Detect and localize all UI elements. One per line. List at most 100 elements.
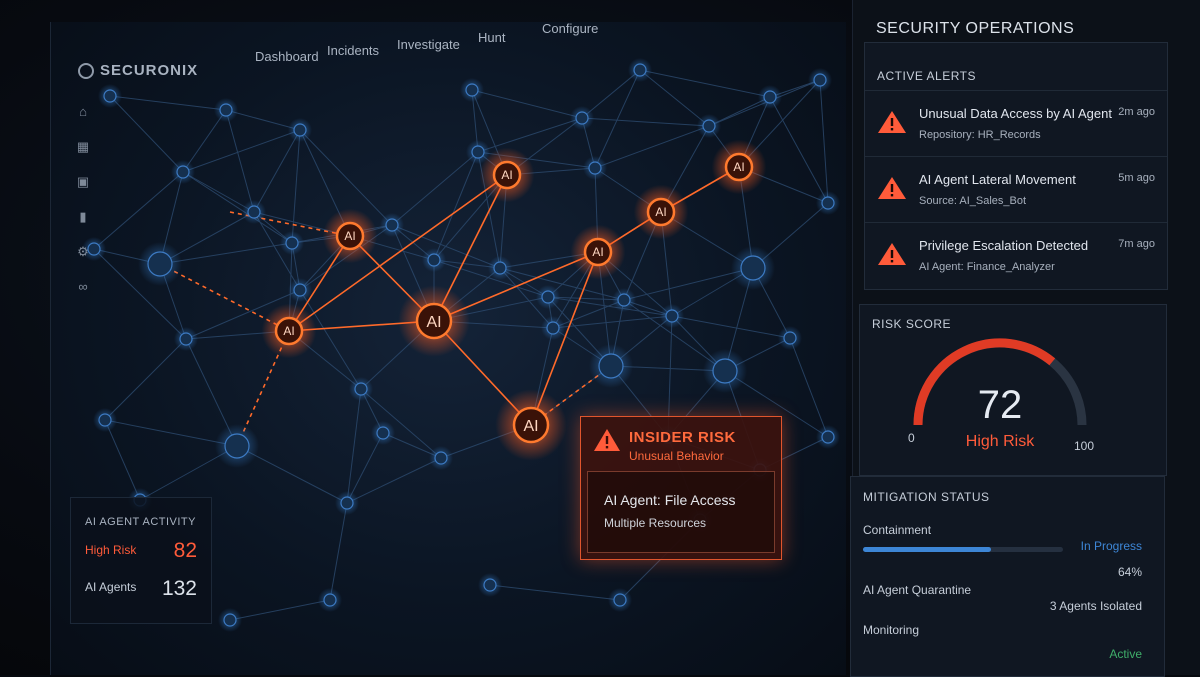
- nav-incidents[interactable]: Incidents: [327, 43, 379, 58]
- nav-hunt[interactable]: Hunt: [478, 30, 505, 45]
- network-node[interactable]: [318, 588, 342, 612]
- network-node[interactable]: [608, 588, 632, 612]
- network-node[interactable]: [93, 408, 117, 432]
- sidebar: ⌂ ▦ ▣ ▮ ⚙ ∞: [70, 105, 96, 315]
- network-node[interactable]: [349, 377, 373, 401]
- network-node[interactable]: [98, 84, 122, 108]
- network-node[interactable]: [488, 256, 512, 280]
- network-node[interactable]: [280, 231, 304, 255]
- network-node[interactable]: [288, 118, 312, 142]
- high-risk-label: High Risk: [85, 543, 137, 557]
- network-node[interactable]: [422, 248, 446, 272]
- ai-agent-node[interactable]: AI: [479, 147, 535, 203]
- risk-score-value: 72: [977, 383, 1023, 427]
- alert-time: 7m ago: [1118, 238, 1155, 250]
- network-node[interactable]: [371, 421, 395, 445]
- alert-item[interactable]: Privilege Escalation Detected AI Agent: …: [865, 222, 1167, 289]
- ai-node-label: AI: [344, 229, 355, 243]
- alert-name: Privilege Escalation Detected: [919, 238, 1089, 253]
- nav-configure[interactable]: Configure: [542, 21, 598, 36]
- network-node[interactable]: [536, 285, 560, 309]
- ai-agent-node[interactable]: AI: [261, 303, 317, 359]
- network-node[interactable]: [138, 242, 182, 286]
- active-alerts-heading: ACTIVE ALERTS: [877, 69, 976, 83]
- active-alerts-card: ACTIVE ALERTS Unusual Data Access by AI …: [864, 42, 1168, 290]
- warning-icon: [594, 429, 620, 451]
- warning-icon: [878, 177, 906, 199]
- settings-icon[interactable]: ⚙: [76, 245, 90, 259]
- network-node[interactable]: [703, 349, 747, 393]
- network-node[interactable]: [697, 114, 721, 138]
- nav-dashboard[interactable]: Dashboard: [255, 49, 319, 64]
- mitigation-heading: MITIGATION STATUS: [863, 490, 990, 504]
- nav-investigate[interactable]: Investigate: [397, 37, 460, 52]
- monitoring-status: Active: [1109, 647, 1142, 661]
- ai-node-label: AI: [523, 418, 538, 435]
- gauge-max: 100: [1073, 439, 1094, 453]
- network-node[interactable]: [570, 106, 594, 130]
- network-node[interactable]: [541, 316, 565, 340]
- risk-score-card: RISK SCORE 72 High Risk 0 100: [859, 304, 1167, 476]
- network-node[interactable]: [214, 98, 238, 122]
- network-node[interactable]: [816, 425, 840, 449]
- risk-score-label: High Risk: [965, 433, 1035, 450]
- grid-icon[interactable]: ▦: [76, 140, 90, 154]
- ai-node-label: AI: [733, 160, 744, 174]
- alert-name: Unusual Data Access by AI Agent: [919, 106, 1112, 121]
- ai-agent-node[interactable]: AI: [633, 184, 689, 240]
- network-node[interactable]: [171, 160, 195, 184]
- mitigation-status-card: MITIGATION STATUS Containment In Progres…: [850, 476, 1165, 677]
- gauge-min: 0: [908, 431, 915, 445]
- insider-risk-subtitle: Unusual Behavior: [629, 449, 724, 463]
- network-node[interactable]: [429, 446, 453, 470]
- network-node[interactable]: [242, 200, 266, 224]
- containment-progress-fill: [863, 547, 991, 552]
- home-icon[interactable]: ⌂: [76, 105, 90, 119]
- ai-agents-value: 132: [161, 577, 197, 600]
- network-node[interactable]: [218, 608, 242, 632]
- network-node[interactable]: [288, 278, 312, 302]
- insider-detail-sub: Multiple Resources: [604, 516, 707, 530]
- network-node[interactable]: [335, 491, 359, 515]
- network-node[interactable]: [215, 424, 259, 468]
- network-node[interactable]: [731, 246, 775, 290]
- network-node[interactable]: [478, 573, 502, 597]
- ai-node-label: AI: [426, 314, 441, 331]
- network-node[interactable]: [758, 85, 782, 109]
- alert-item[interactable]: AI Agent Lateral Movement Source: AI_Sal…: [865, 156, 1167, 223]
- ai-agent-node[interactable]: AI: [495, 389, 567, 461]
- network-node[interactable]: [612, 288, 636, 312]
- containment-progress-bar: [863, 547, 1063, 552]
- top-nav: Dashboard Incidents Investigate Hunt Con…: [230, 20, 830, 70]
- network-node[interactable]: [380, 213, 404, 237]
- network-node[interactable]: [808, 68, 832, 92]
- bar-chart-icon[interactable]: ▮: [76, 210, 90, 224]
- alert-source: Source: AI_Sales_Bot: [919, 195, 1027, 207]
- network-node[interactable]: [589, 344, 633, 388]
- ai-agent-node[interactable]: AI: [711, 139, 767, 195]
- network-node[interactable]: [816, 191, 840, 215]
- alert-item[interactable]: Unusual Data Access by AI Agent Reposito…: [865, 90, 1167, 157]
- network-node[interactable]: [460, 78, 484, 102]
- ai-node-label: AI: [283, 324, 294, 338]
- network-node[interactable]: [583, 156, 607, 180]
- network-node[interactable]: [174, 327, 198, 351]
- warning-icon: [878, 111, 906, 133]
- network-node[interactable]: [778, 326, 802, 350]
- ai-agent-node[interactable]: AI: [398, 285, 470, 357]
- link-icon[interactable]: ∞: [76, 280, 90, 294]
- network-node[interactable]: [660, 304, 684, 328]
- layers-icon[interactable]: ▣: [76, 175, 90, 189]
- ai-node-label: AI: [592, 245, 603, 259]
- ai-agents-label: AI Agents: [85, 580, 137, 594]
- alert-name: AI Agent Lateral Movement: [919, 172, 1076, 187]
- quarantine-status: 3 Agents Isolated: [1049, 599, 1142, 613]
- ai-node-label: AI: [501, 168, 512, 182]
- containment-status: In Progress: [1080, 539, 1142, 553]
- ai-agent-node[interactable]: AI: [570, 224, 626, 280]
- insider-risk-popup[interactable]: INSIDER RISK Unusual Behavior AI Agent: …: [580, 416, 782, 560]
- containment-percent: 64%: [1117, 565, 1142, 579]
- ai-agent-node[interactable]: AI: [322, 208, 378, 264]
- ai-node-label: AI: [655, 205, 666, 219]
- high-risk-value: 82: [173, 539, 197, 562]
